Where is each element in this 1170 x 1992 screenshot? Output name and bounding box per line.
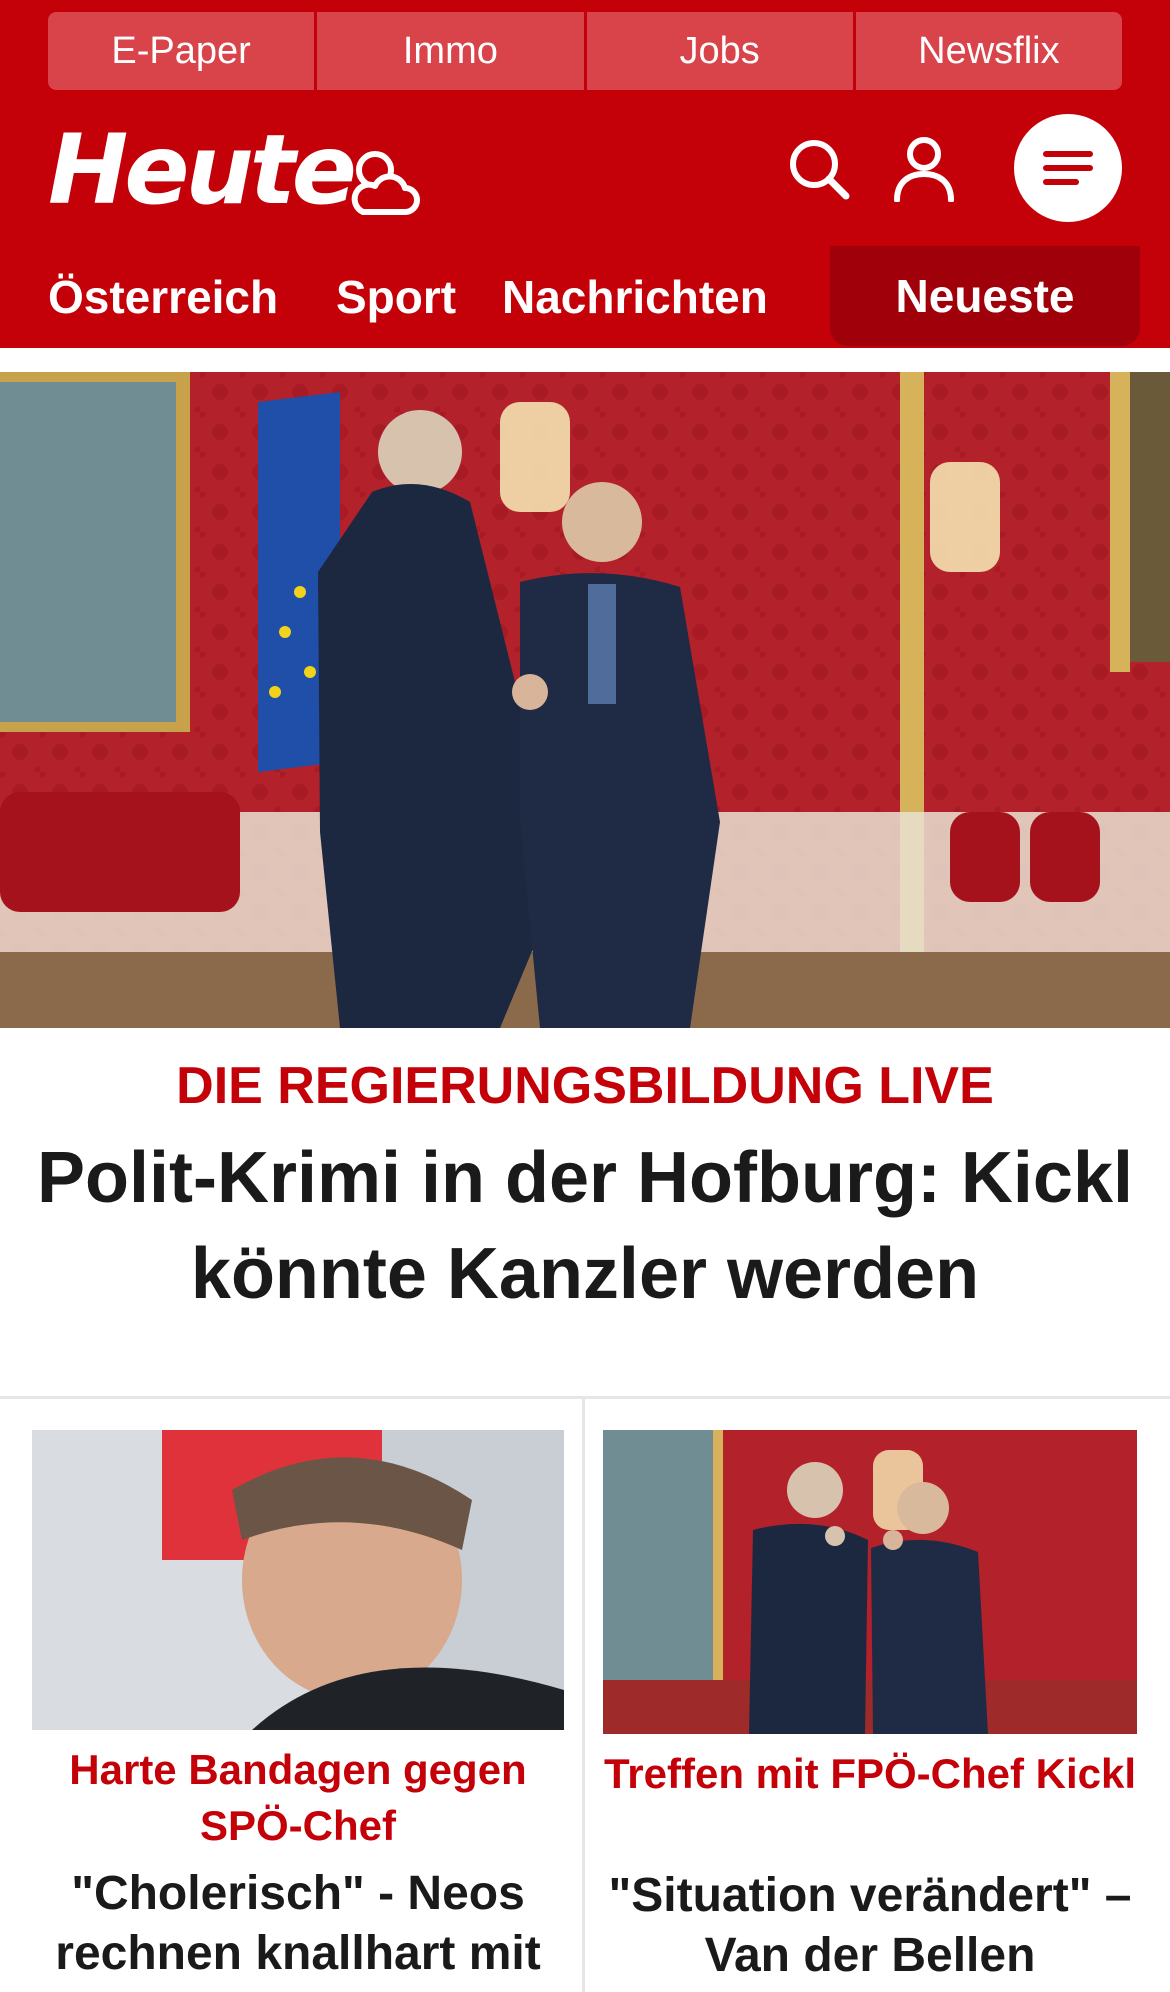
user-account-icon[interactable] xyxy=(893,136,955,202)
article-title: "Situation verändert" – Van der Bellen xyxy=(608,1869,1132,1982)
nav-nachrichten[interactable]: Nachrichten xyxy=(502,270,768,324)
section-divider xyxy=(0,1396,1170,1399)
service-links-bar: E-Paper Immo Jobs Newsflix xyxy=(48,12,1122,90)
column-divider xyxy=(582,1399,585,1992)
article-card[interactable]: Harte Bandagen gegen SPÖ-Chef "Cholerisc… xyxy=(32,1430,564,1992)
nav-sport[interactable]: Sport xyxy=(336,270,456,324)
hero-image[interactable] xyxy=(0,372,1170,1028)
epaper-link[interactable]: E-Paper xyxy=(48,12,315,90)
article-kicker: Harte Bandagen gegen SPÖ-Chef xyxy=(69,1746,527,1849)
article-kicker: Treffen mit FPÖ-Chef Kickl xyxy=(603,1750,1137,1797)
hamburger-icon xyxy=(1043,151,1093,185)
jobs-link[interactable]: Jobs xyxy=(586,12,853,90)
hero-headline[interactable]: Polit-Krimi in der Hofburg: Kickl könnte… xyxy=(24,1130,1146,1322)
newsflix-link[interactable]: Newsflix xyxy=(855,12,1122,90)
nav-oesterreich[interactable]: Österreich xyxy=(48,270,278,324)
article-thumbnail xyxy=(603,1430,1137,1734)
hero-photo xyxy=(0,372,1170,1028)
article-thumbnail xyxy=(32,1430,564,1730)
article-title: "Cholerisch" - Neos rechnen knallhart mi… xyxy=(55,1867,541,1980)
heute-logo[interactable]: Heute xyxy=(48,122,357,218)
article-card[interactable]: Treffen mit FPÖ-Chef Kickl "Situation ve… xyxy=(603,1430,1137,1992)
section-nav: Österreich Sport Nachrichten Neueste xyxy=(0,246,1170,348)
hero-kicker[interactable]: DIE REGIERUNGSBILDUNG LIVE xyxy=(0,1056,1170,1116)
nav-neueste[interactable]: Neueste xyxy=(830,246,1140,346)
site-header: E-Paper Immo Jobs Newsflix Heute xyxy=(0,0,1170,246)
immo-link[interactable]: Immo xyxy=(317,12,584,90)
weather-icon[interactable] xyxy=(345,144,425,224)
search-icon[interactable] xyxy=(788,138,850,200)
menu-button[interactable] xyxy=(1014,114,1122,222)
